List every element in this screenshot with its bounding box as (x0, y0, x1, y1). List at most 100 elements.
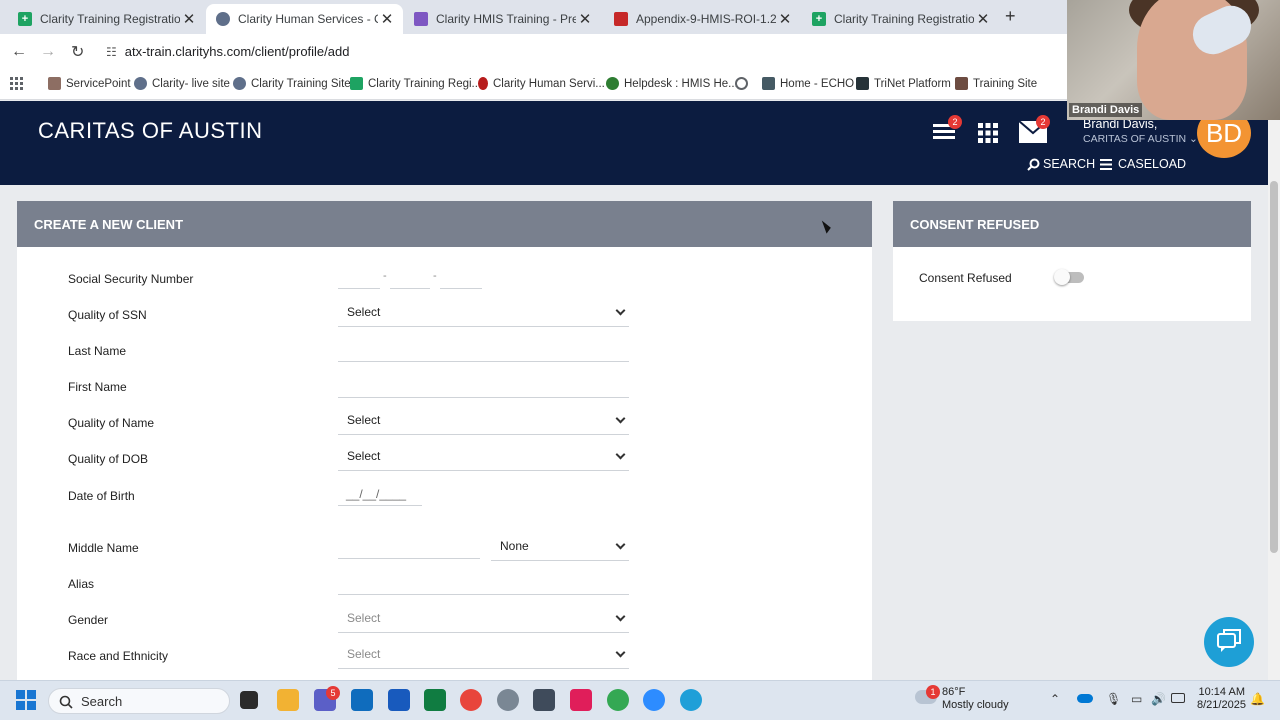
echo-icon (762, 77, 775, 90)
browser-tab-2-active[interactable]: Clarity Human Services - CREAT ✕ (206, 4, 403, 34)
display-icon[interactable]: ▭ (1131, 692, 1142, 706)
quality-name-label: Quality of Name (68, 416, 155, 430)
bookmark-trinet[interactable]: TriNet Platform (856, 77, 951, 90)
apps-grid-header-icon[interactable] (978, 123, 998, 148)
search-nav-label: SEARCH (1043, 157, 1096, 171)
chevron-down-icon (615, 611, 626, 622)
url-text: atx-train.clarityhs.com/client/profile/a… (124, 44, 350, 59)
search-icon (59, 695, 73, 709)
bookmark-clarity-human[interactable]: Clarity Human Servi... (478, 77, 605, 90)
volume-icon[interactable]: 🔊 (1151, 692, 1166, 706)
ssn-part1-input[interactable] (338, 288, 380, 289)
page-scrollbar[interactable] (1268, 101, 1280, 680)
network-app-icon[interactable] (533, 689, 555, 711)
bookmark-globe[interactable] (735, 77, 753, 90)
video-call-overlay: Brandi Davis (1067, 0, 1280, 120)
close-icon[interactable]: ✕ (974, 10, 992, 28)
quality-name-select[interactable]: Select (338, 413, 629, 435)
quality-ssn-select[interactable]: Select (338, 305, 629, 327)
bookmark-helpdesk[interactable]: Helpdesk : HMIS He... (606, 77, 738, 90)
dob-input[interactable] (338, 505, 422, 506)
forward-icon[interactable]: → (40, 43, 56, 61)
browser-tab-4[interactable]: Appendix-9-HMIS-ROI-1.26.20 ✕ (604, 4, 794, 34)
reload-icon[interactable]: ↻ (71, 42, 84, 62)
tab-title: Clarity Human Services - CREAT (238, 12, 378, 26)
bookmark-clarity-training[interactable]: Clarity Training Site (233, 77, 351, 90)
ssn-part2-input[interactable] (390, 288, 430, 289)
quality-dob-select[interactable]: Select (338, 449, 629, 471)
close-icon[interactable]: ✕ (180, 10, 198, 28)
weather-widget[interactable]: 86°F Mostly cloudy (942, 686, 1009, 712)
close-icon[interactable]: ✕ (378, 10, 396, 28)
onedrive-icon[interactable] (1077, 694, 1093, 703)
bookmark-training-reg[interactable]: Clarity Training Regi... (350, 77, 481, 90)
menu-icon (1100, 158, 1112, 170)
battery-icon[interactable] (1171, 693, 1185, 703)
trinet-icon (856, 77, 869, 90)
word-icon[interactable] (388, 689, 410, 711)
settings-icon[interactable] (497, 689, 519, 711)
edge-icon[interactable] (680, 689, 702, 711)
close-icon[interactable]: ✕ (576, 10, 594, 28)
weather-temp: 86°F (942, 686, 966, 698)
chat-launcher-button[interactable] (1204, 617, 1254, 667)
select-value: Select (347, 449, 381, 463)
excel-icon[interactable] (424, 689, 446, 711)
tab-title: Clarity Training Registration For (40, 12, 180, 26)
caseload-nav[interactable]: CASELOAD (1100, 157, 1186, 171)
task-view-icon[interactable] (240, 691, 258, 709)
ssn-part3-input[interactable] (440, 288, 482, 289)
image-icon (955, 77, 968, 90)
bookmark-echo[interactable]: Home - ECHO (762, 77, 854, 90)
windows-start-icon[interactable] (16, 690, 36, 715)
bookmark-clarity-live[interactable]: Clarity- live site (134, 77, 230, 90)
new-tab-icon[interactable]: + (1005, 6, 1016, 27)
notification-bell-icon[interactable]: 🔔 (1250, 692, 1265, 706)
caseload-nav-label: CASELOAD (1118, 157, 1187, 171)
site-settings-icon[interactable]: ☷ (106, 45, 117, 59)
outlook-icon[interactable] (351, 689, 373, 711)
system-clock[interactable]: 10:14 AM 8/21/2025 (1197, 686, 1246, 712)
select-value: Select (347, 647, 381, 661)
back-icon[interactable]: ← (11, 43, 27, 61)
browser-tab-5[interactable]: + Clarity Training Registration For ✕ (802, 4, 992, 34)
pdf-icon (614, 12, 628, 26)
apps-grid-icon[interactable] (10, 77, 23, 90)
search-nav[interactable]: SEARCH (1027, 157, 1095, 171)
user-org-label: CARITAS OF AUSTIN (1083, 133, 1187, 145)
name-suffix-select[interactable]: None (491, 539, 629, 561)
slack-icon[interactable] (570, 689, 592, 711)
chrome-icon[interactable] (460, 689, 482, 711)
zoom-icon[interactable] (643, 689, 665, 711)
brand-title[interactable]: CARITAS OF AUSTIN (38, 118, 262, 144)
taskbar-search[interactable]: Search (48, 688, 230, 714)
chevron-up-icon[interactable]: ⌃ (1050, 692, 1060, 706)
sheets-icon: + (812, 12, 826, 26)
race-ethnicity-select[interactable]: Select (338, 647, 629, 669)
alias-input[interactable] (338, 594, 629, 595)
consent-refused-label: Consent Refused (919, 271, 1012, 285)
consent-refused-toggle[interactable] (1054, 269, 1084, 285)
bookmark-training-site[interactable]: Training Site (955, 77, 1037, 90)
sheets-icon (350, 77, 363, 90)
clarity-icon (233, 77, 246, 90)
browser-tab-3[interactable]: Clarity HMIS Training - Present ✕ (404, 4, 594, 34)
close-icon[interactable]: ✕ (776, 10, 794, 28)
last-name-input[interactable] (338, 361, 629, 362)
teams-badge: 5 (326, 686, 340, 700)
url-field[interactable]: ☷ atx-train.clarityhs.com/client/profile/… (106, 44, 349, 59)
bookmark-servicepoint[interactable]: ServicePoint (48, 77, 131, 90)
select-value: None (500, 539, 529, 553)
first-name-input[interactable] (338, 397, 629, 398)
middle-name-input[interactable] (338, 558, 480, 559)
scrollbar-thumb[interactable] (1270, 181, 1278, 553)
gender-select[interactable]: Select (338, 611, 629, 633)
apps-icon (10, 77, 23, 90)
browser-tab-1[interactable]: + Clarity Training Registration For ✕ (8, 4, 198, 34)
create-client-header: CREATE A NEW CLIENT (17, 201, 872, 247)
user-org[interactable]: CARITAS OF AUSTIN ⌄ (1083, 133, 1198, 145)
chevron-down-icon (615, 449, 626, 460)
chrome-profile-icon[interactable] (607, 689, 629, 711)
file-explorer-icon[interactable] (277, 689, 299, 711)
microphone-icon[interactable]: 🎙 (1106, 692, 1121, 706)
